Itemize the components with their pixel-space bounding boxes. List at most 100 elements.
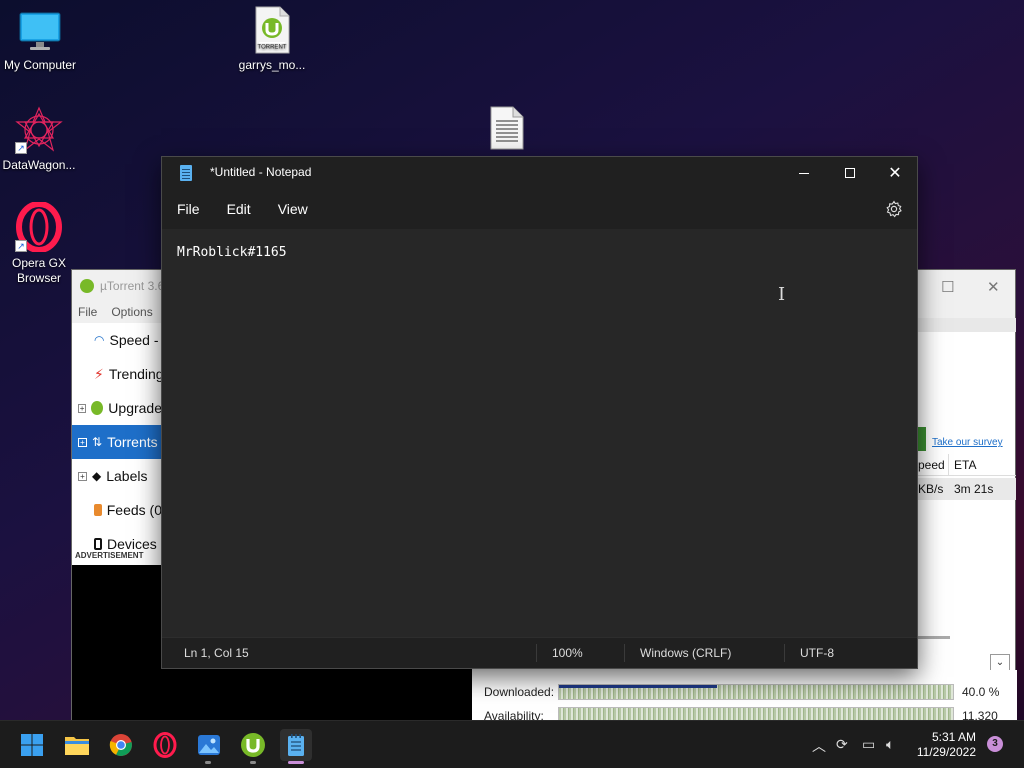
desktop-icon-text-file[interactable] <box>467 106 547 154</box>
line-ending: Windows (CRLF) <box>640 646 732 660</box>
close-icon: ✕ <box>888 165 902 182</box>
desktop-icon-garrys-mod-torrent[interactable]: TORRENT garrys_mo... <box>232 6 312 73</box>
column-speed[interactable]: peed <box>918 458 945 472</box>
downloaded-bar <box>558 684 954 700</box>
taskbar-opera-gx[interactable] <box>149 729 181 761</box>
close-button[interactable]: ✕ <box>872 157 918 189</box>
menu-file[interactable]: File <box>177 201 200 217</box>
torrents-icon: ⇅ <box>92 435 103 449</box>
opera-gx-icon: ↗ <box>15 201 63 253</box>
taskbar-chrome[interactable] <box>105 729 137 761</box>
running-indicator <box>250 761 256 764</box>
chevron-down-icon[interactable]: ⌄ <box>990 654 1010 671</box>
utorrent-maximize-button[interactable]: ☐ <box>941 278 954 296</box>
clock-date: 11/29/2022 <box>916 745 976 759</box>
text-cursor-icon: I <box>778 284 786 305</box>
utorrent-sidebar-labels[interactable]: + ◆ Labels <box>72 459 162 493</box>
maximize-button[interactable] <box>827 157 873 189</box>
minimize-button[interactable] <box>781 157 827 189</box>
torrent-row[interactable]: KB/s 3m 21s <box>918 478 1016 500</box>
running-indicator <box>205 761 211 764</box>
clock[interactable]: 5:31 AM 11/29/2022 <box>917 730 976 760</box>
taskbar-photos[interactable] <box>193 729 225 761</box>
column-divider <box>948 454 949 476</box>
desktop-icon-my-computer[interactable]: My Computer <box>0 10 80 73</box>
utorrent-logo-icon <box>91 401 104 415</box>
device-icon <box>94 538 102 550</box>
taskbar-notepad[interactable] <box>280 729 312 761</box>
expand-icon[interactable]: + <box>78 471 87 481</box>
survey-banner-accent <box>918 427 926 451</box>
notification-badge[interactable]: 3 <box>987 736 1003 752</box>
notepad-window[interactable]: *Untitled - Notepad ✕ File Edit View MrR… <box>161 156 918 669</box>
settings-gear-icon[interactable] <box>885 200 903 218</box>
datawagon-logo-icon: ↗ <box>15 106 63 154</box>
rss-icon <box>94 504 102 516</box>
notepad-icon <box>180 165 192 181</box>
take-survey-link[interactable]: Take our survey <box>932 437 1003 448</box>
speedometer-icon: ◠ <box>94 333 105 347</box>
windows-logo-icon <box>21 734 43 756</box>
desktop-icon-opera-gx[interactable]: ↗ Opera GX Browser <box>0 201 79 286</box>
maximize-icon <box>845 168 855 178</box>
volume-icon[interactable]: 🔈︎ <box>886 736 894 753</box>
sidebar-item-label: Torrents <box>107 434 158 450</box>
torrent-speed: KB/s <box>918 482 944 496</box>
desktop-icon-label: garrys_mo... <box>238 58 306 72</box>
desktop-icon-label: My Computer <box>3 58 77 72</box>
utorrent-icon <box>241 733 265 757</box>
network-icon[interactable]: ▭ <box>862 736 875 753</box>
utorrent-menu-options[interactable]: Options <box>111 305 152 319</box>
taskbar-utorrent[interactable] <box>237 729 269 761</box>
minimize-icon <box>799 172 809 174</box>
status-divider <box>624 644 625 662</box>
torrent-file-icon: TORRENT <box>252 6 292 54</box>
text-editor[interactable]: MrRoblick#1165 <box>162 229 917 637</box>
clock-time: 5:31 AM <box>931 730 976 744</box>
downloaded-label: Downloaded: <box>484 685 555 699</box>
torrent-list-header: peed ETA <box>918 454 1016 476</box>
torrent-eta: 3m 21s <box>954 482 994 496</box>
chrome-icon <box>109 734 132 756</box>
taskbar: ︿ ⟳ ▭ 🔈︎ 5:31 AM 11/29/2022 3 <box>0 720 1024 768</box>
shortcut-arrow-icon: ↗ <box>15 142 27 154</box>
downloaded-progress <box>559 685 717 688</box>
sync-icon[interactable]: ⟳ <box>836 736 848 753</box>
encoding: UTF-8 <box>800 646 834 660</box>
expand-icon[interactable]: + <box>78 437 87 447</box>
horizontal-scrollbar[interactable] <box>918 636 950 639</box>
utorrent-sidebar-speed[interactable]: ◠ Speed - <box>72 323 162 357</box>
expand-icon[interactable]: + <box>78 403 87 413</box>
utorrent-sidebar-trending[interactable]: ⚡ Trending <box>72 357 162 391</box>
notepad-titlebar[interactable]: *Untitled - Notepad ✕ <box>162 157 917 189</box>
taskbar-file-explorer[interactable] <box>61 729 93 761</box>
column-eta[interactable]: ETA <box>954 458 976 472</box>
sidebar-item-label: Upgrade <box>108 400 162 416</box>
menu-view[interactable]: View <box>278 201 308 217</box>
utorrent-sidebar-feeds[interactable]: Feeds (0 <box>72 493 162 527</box>
status-bar: Ln 1, Col 15 100% Windows (CRLF) UTF-8 <box>162 637 917 668</box>
utorrent-menu-file[interactable]: File <box>78 305 97 319</box>
status-divider <box>536 644 537 662</box>
notepad-icon <box>288 734 304 756</box>
lightning-icon: ⚡ <box>94 365 104 382</box>
sidebar-item-label: Devices <box>107 536 157 552</box>
text-document-icon <box>489 106 525 150</box>
desktop-icon-datawagon[interactable]: ↗ DataWagon... <box>0 106 79 173</box>
start-button[interactable] <box>16 729 48 761</box>
menu-edit[interactable]: Edit <box>227 201 251 217</box>
utorrent-sidebar-torrents[interactable]: + ⇅ Torrents <box>72 425 162 459</box>
utorrent-close-button[interactable]: ✕ <box>987 278 1000 296</box>
utorrent-sidebar-upgrade[interactable]: + Upgrade <box>72 391 162 425</box>
sidebar-item-label: Trending <box>108 366 162 382</box>
status-divider <box>784 644 785 662</box>
folder-icon <box>65 737 89 755</box>
notepad-menubar: File Edit View <box>162 189 917 229</box>
torrent-badge-text: TORRENT <box>258 45 287 51</box>
downloaded-value: 40.0 % <box>962 685 1000 699</box>
monitor-icon <box>18 10 62 54</box>
active-indicator <box>288 761 304 764</box>
shortcut-arrow-icon: ↗ <box>15 240 27 252</box>
chevron-up-icon[interactable]: ︿ <box>812 736 826 756</box>
utorrent-toolbar-strip <box>918 318 1016 332</box>
